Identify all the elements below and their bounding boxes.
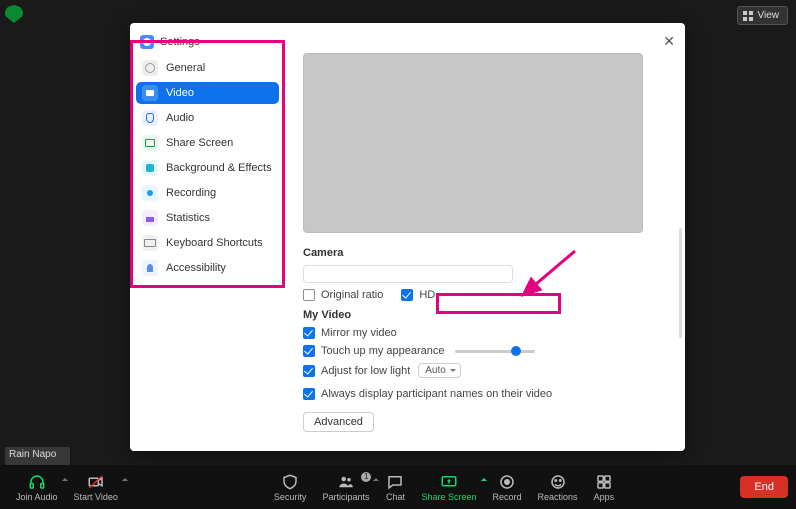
mirror-label: Mirror my video [321, 327, 397, 339]
sidebar-item-label: Keyboard Shortcuts [166, 237, 263, 249]
headphone-icon [27, 473, 47, 491]
hd-checkbox[interactable] [401, 289, 413, 301]
touchup-slider[interactable] [455, 350, 535, 353]
sidebar-item-video[interactable]: Video [136, 82, 279, 104]
sidebar-item-label: Share Screen [166, 137, 233, 149]
display-names-label: Always display participant names on thei… [321, 388, 552, 400]
toolbar-label: Share Screen [421, 492, 476, 502]
toolbar-label: Apps [594, 492, 615, 502]
gear-icon [142, 60, 158, 76]
smile-icon [548, 473, 568, 491]
my-video-section-label: My Video [303, 309, 667, 321]
touchup-checkbox[interactable] [303, 345, 315, 357]
user-name-label: Rain Napo [9, 449, 56, 460]
sidebar-item-share-screen[interactable]: Share Screen [136, 132, 279, 154]
self-video-thumbnail[interactable]: Rain Napo [5, 447, 70, 465]
hd-label: HD [419, 289, 435, 301]
app-icon [140, 35, 154, 49]
sidebar-item-accessibility[interactable]: Accessibility [136, 257, 279, 279]
settings-sidebar: Settings General Video Audio Share Scree… [130, 23, 285, 451]
sidebar-item-label: Recording [166, 187, 216, 199]
record-icon [142, 185, 158, 201]
view-label: View [758, 10, 780, 21]
toolbar-label: Participants [322, 492, 369, 502]
chevron-up-icon[interactable] [122, 475, 128, 481]
accessibility-icon [142, 260, 158, 276]
sidebar-item-audio[interactable]: Audio [136, 107, 279, 129]
toolbar-label: Record [493, 492, 522, 502]
camera-off-icon [86, 473, 106, 491]
settings-content: Camera Original ratio HD My Video Mirror… [285, 23, 685, 451]
chat-button[interactable]: Chat [377, 473, 413, 502]
sidebar-item-label: Video [166, 87, 194, 99]
grid-icon [743, 11, 753, 21]
meeting-toolbar: Join Audio Start Video Security Particip… [0, 465, 796, 509]
participants-button[interactable]: Participants 1 [314, 473, 377, 502]
people-icon [336, 473, 356, 491]
scrollbar[interactable] [679, 228, 682, 338]
sidebar-item-label: General [166, 62, 205, 74]
participants-count-badge: 1 [361, 472, 371, 482]
share-icon [142, 135, 158, 151]
toolbar-label: Security [274, 492, 307, 502]
background-icon [142, 160, 158, 176]
apps-button[interactable]: Apps [586, 473, 623, 502]
sidebar-item-label: Statistics [166, 212, 210, 224]
sidebar-item-keyboard[interactable]: Keyboard Shortcuts [136, 232, 279, 254]
end-meeting-button[interactable]: End [740, 476, 788, 498]
advanced-button[interactable]: Advanced [303, 412, 374, 432]
stats-icon [142, 210, 158, 226]
settings-modal: ✕ Settings General Video Audio Share Scr… [130, 23, 685, 451]
lowlight-checkbox[interactable] [303, 365, 315, 377]
toolbar-label: Reactions [538, 492, 578, 502]
touchup-label: Touch up my appearance [321, 345, 445, 357]
lowlight-label: Adjust for low light [321, 365, 410, 377]
modal-header: Settings [136, 31, 279, 53]
keyboard-icon [142, 235, 158, 251]
lowlight-mode-select[interactable]: Auto [418, 363, 461, 378]
view-button[interactable]: View [737, 6, 789, 25]
record-button[interactable]: Record [485, 473, 530, 502]
modal-title: Settings [160, 36, 200, 48]
sidebar-item-recording[interactable]: Recording [136, 182, 279, 204]
encryption-shield-icon[interactable] [5, 5, 23, 23]
camera-section-label: Camera [303, 247, 667, 259]
start-video-button[interactable]: Start Video [66, 473, 126, 502]
reactions-button[interactable]: Reactions [530, 473, 586, 502]
camera-icon [142, 85, 158, 101]
join-audio-button[interactable]: Join Audio [8, 473, 66, 502]
sidebar-item-general[interactable]: General [136, 57, 279, 79]
camera-select[interactable] [303, 265, 513, 283]
apps-icon [594, 473, 614, 491]
sidebar-item-label: Audio [166, 112, 194, 124]
toolbar-label: Join Audio [16, 492, 58, 502]
sidebar-item-label: Accessibility [166, 262, 226, 274]
record-icon [497, 473, 517, 491]
original-ratio-label: Original ratio [321, 289, 383, 301]
share-screen-icon [439, 473, 459, 491]
toolbar-label: Start Video [74, 492, 118, 502]
headphone-icon [142, 110, 158, 126]
security-button[interactable]: Security [266, 473, 315, 502]
sidebar-item-label: Background & Effects [166, 162, 272, 174]
shield-icon [280, 473, 300, 491]
display-names-checkbox[interactable] [303, 388, 315, 400]
mirror-checkbox[interactable] [303, 327, 315, 339]
share-screen-button[interactable]: Share Screen [413, 473, 484, 502]
original-ratio-checkbox[interactable] [303, 289, 315, 301]
sidebar-item-statistics[interactable]: Statistics [136, 207, 279, 229]
sidebar-item-background[interactable]: Background & Effects [136, 157, 279, 179]
chat-icon [385, 473, 405, 491]
camera-preview [303, 53, 643, 233]
toolbar-label: Chat [386, 492, 405, 502]
